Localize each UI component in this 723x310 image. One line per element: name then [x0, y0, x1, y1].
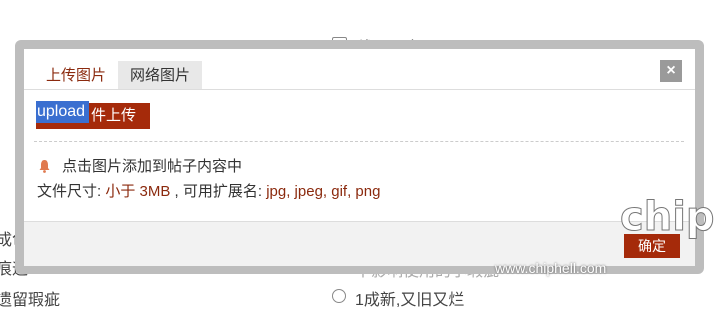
condition-radio-worn-label: 1成新,又旧又烂: [355, 292, 465, 309]
size-middle: , 可用扩展名:: [170, 183, 267, 200]
size-limit: 小于 3MB: [105, 183, 171, 200]
tab-network-image[interactable]: 网络图片: [118, 61, 203, 90]
dashed-divider: [34, 141, 684, 142]
condition-radio-worn[interactable]: [332, 289, 346, 303]
file-size-info: 文件尺寸: 小于 3MB , 可用扩展名: jpg, jpeg, gif, pn…: [37, 180, 380, 201]
chiphell-logo: chip hell: [620, 194, 720, 241]
upload-tip: 点击图片添加到帖子内容中: [38, 155, 242, 176]
close-icon[interactable]: ×: [660, 60, 682, 82]
upload-image-dialog: 上传图片 网络图片 × 件上传 点击图片添加到帖子内容中 文件尺寸: 小于 3M…: [24, 49, 695, 266]
logo-text: chip hell: [620, 194, 720, 240]
dialog-tabs: 上传图片 网络图片: [34, 61, 203, 90]
allowed-extensions: jpg, jpeg, gif, png: [266, 183, 381, 200]
upload-file-input[interactable]: [36, 101, 89, 123]
tip-text: 点击图片添加到帖子内容中: [62, 158, 243, 175]
watermark-url: www.chiphell.com: [495, 260, 607, 276]
size-prefix: 文件尺寸:: [37, 183, 106, 200]
tab-upload-image[interactable]: 上传图片: [34, 61, 119, 90]
tab-divider: [24, 89, 695, 90]
bell-icon: [39, 159, 50, 173]
flaws-label: 遗留瑕疵: [0, 292, 61, 309]
